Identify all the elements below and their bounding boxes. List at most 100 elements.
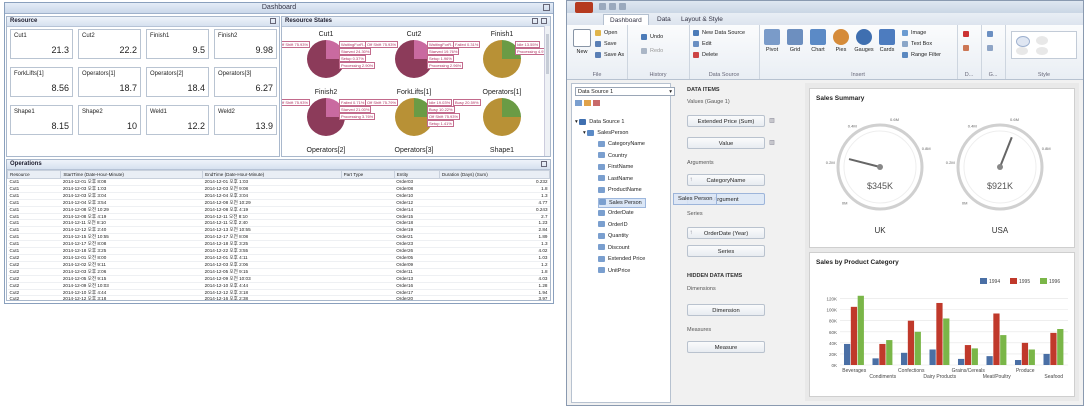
bar[interactable] — [964, 345, 972, 365]
table-row[interactable]: Cut1 2014-12-01 오후 8:08 2014-12-01 오후 1:03… — [7, 178, 550, 186]
pie-slice-disc[interactable] — [395, 156, 433, 157]
resource-card[interactable]: Shape2 10 — [78, 105, 141, 135]
resource-card[interactable]: Finish1 9.5 — [146, 29, 209, 59]
table-row[interactable]: Cut1 2014-12-03 오후 1:03 2014-12-03 오전 9:08… — [7, 185, 550, 193]
table-row[interactable]: Cut1 2014-12-03 오후 3:04 2014-12-04 오후 3:04… — [7, 192, 550, 200]
chart-button[interactable]: Chart — [807, 29, 829, 53]
save-as-button[interactable]: Save As — [595, 51, 624, 59]
bar[interactable] — [936, 302, 943, 365]
image-button[interactable]: Image — [902, 29, 926, 37]
tree-node-table[interactable]: ▾ SalesPerson — [583, 129, 628, 137]
style-gauge-half-icon[interactable] — [1036, 36, 1048, 45]
bar[interactable] — [1014, 360, 1022, 365]
export-icon[interactable] — [541, 18, 547, 24]
tab-layout-style[interactable]: Layout & Style — [675, 14, 729, 25]
value-well-extended-price[interactable]: Extended Price (Sum) — [687, 115, 765, 127]
resource-card[interactable]: Operators[2] 18.4 — [146, 67, 209, 97]
resource-card[interactable]: Operators[3] 6.27 — [214, 67, 277, 97]
table-row[interactable]: Cut2 2014-12-12 오후 3:18 2014-12-16 오후 2:38… — [7, 295, 550, 300]
tree-field[interactable]: LastName — [598, 175, 633, 183]
bar[interactable] — [1021, 342, 1029, 365]
table-row[interactable]: Cut1 2014-12-08 오전 10:29 2014-12-08 오후 4:1… — [7, 206, 550, 214]
edit-data-source-button[interactable]: Edit — [693, 40, 711, 48]
tree-field[interactable]: Discount — [598, 244, 629, 252]
tree-field[interactable]: UnitPrice — [598, 267, 630, 275]
bar[interactable] — [929, 349, 936, 365]
save-button[interactable]: Save — [595, 40, 617, 48]
open-button[interactable]: Open — [595, 29, 617, 37]
legend-label[interactable]: 1996 — [1049, 279, 1060, 285]
value-well-empty[interactable]: Value — [687, 137, 765, 149]
tab-data[interactable]: Data — [651, 14, 677, 25]
undo-quick-icon[interactable] — [609, 3, 616, 10]
table-row[interactable]: Cut2 2014-12-02 오전 9:11 2014-12-03 오후 2:06… — [7, 261, 550, 269]
bar[interactable] — [1050, 332, 1057, 365]
redo-quick-icon[interactable] — [619, 3, 626, 10]
dimension-well[interactable]: Dimension — [687, 304, 765, 316]
new-data-source-button[interactable]: New Data Source — [693, 29, 745, 37]
resource-card[interactable]: ForkLifts[1] 8.56 — [10, 67, 73, 97]
column-header[interactable]: Duration (Days) (Sum) — [438, 170, 550, 179]
sort-ascending-icon[interactable]: ↑ — [686, 174, 696, 186]
tree-field[interactable]: CategoryName — [598, 140, 645, 148]
scrollbar-thumb[interactable] — [546, 34, 549, 74]
bar[interactable] — [1057, 329, 1064, 365]
tree-field[interactable]: ProductName — [598, 186, 642, 194]
undo-button[interactable]: Undo — [641, 33, 663, 41]
grid-button[interactable]: Grid — [784, 29, 806, 53]
bar[interactable] — [957, 358, 965, 365]
table-row[interactable]: Cut2 2014-12-03 오후 2:06 2014-12-05 오전 9:15… — [7, 268, 550, 276]
series-well-empty[interactable]: Series — [687, 245, 765, 257]
column-header[interactable]: Entity — [393, 170, 440, 179]
options-icon[interactable]: ▥ — [767, 115, 777, 127]
resource-card[interactable]: Finish2 9.98 — [214, 29, 277, 59]
application-button[interactable] — [575, 2, 593, 13]
pie-slice-disc[interactable] — [483, 98, 521, 136]
style-gallery[interactable] — [1011, 31, 1077, 59]
legend-label[interactable]: 1995 — [1019, 279, 1030, 285]
bar[interactable] — [907, 320, 915, 365]
bar[interactable] — [943, 318, 950, 365]
group-fields-icon[interactable] — [584, 100, 591, 106]
redo-button[interactable]: Redo — [641, 47, 663, 55]
export-icon[interactable] — [543, 4, 550, 11]
bar[interactable] — [872, 358, 879, 365]
chart-item[interactable]: Sales by Product Category 0K 20K 40K 60K 80K… — [809, 252, 1075, 397]
resource-card[interactable]: Weld1 12.2 — [146, 105, 209, 135]
gauge-item[interactable]: Sales Summary 0M 0.2M 0.4M 0.6M 0.8M $345K UK 0… — [809, 88, 1075, 248]
column-header[interactable]: StartTime (Date-Hour-Minute) — [60, 170, 204, 179]
table-row[interactable]: Cut2 2014-12-09 오전 10:03 2014-12-10 오후 4:4… — [7, 282, 550, 290]
cards-button[interactable]: Cards — [876, 29, 898, 53]
delete-item-button[interactable] — [963, 31, 969, 39]
legend-label[interactable]: 1994 — [989, 279, 1000, 285]
bar[interactable] — [993, 313, 1000, 365]
column-header[interactable]: Part Type — [340, 170, 395, 179]
convert-button[interactable] — [963, 45, 969, 53]
pie-slice-disc[interactable] — [307, 156, 345, 157]
pies-button[interactable]: Pies — [830, 29, 852, 53]
resource-card[interactable]: Shape1 8.15 — [10, 105, 73, 135]
table-row[interactable]: Cut2 2014-12-01 오전 8:00 2014-12-01 오후 4:11… — [7, 254, 550, 262]
table-row[interactable]: Cut1 2014-12-04 오후 3:54 2014-12-08 오전 10:2… — [7, 199, 550, 207]
text-box-button[interactable]: Text Box — [902, 40, 932, 48]
refresh-icon[interactable] — [593, 100, 600, 106]
bar[interactable] — [971, 348, 978, 365]
table-row[interactable]: Cut1 2014-12-11 오전 8:10 2014-12-11 오후 2:40… — [7, 219, 550, 228]
resource-card[interactable]: Operators[1] 18.7 — [78, 67, 141, 97]
tree-field[interactable]: Quantity — [598, 232, 628, 240]
tree-field[interactable]: FirstName — [598, 163, 633, 171]
ungroup-button[interactable] — [987, 45, 993, 53]
resource-card[interactable]: Cut1 21.3 — [10, 29, 73, 59]
gauge[interactable]: 0M 0.2M 0.4M 0.6M 0.8M $345K UK — [826, 117, 931, 235]
tree-field[interactable]: Sales Person — [598, 197, 646, 208]
table-row[interactable]: Cut1 2014-12-17 오전 8:08 2014-12-18 오후 3:25… — [7, 240, 550, 249]
resource-card[interactable]: Weld2 13.9 — [214, 105, 277, 135]
bar[interactable] — [986, 356, 993, 365]
sort-icon[interactable] — [575, 100, 582, 106]
tree-field[interactable]: Extended Price — [598, 255, 645, 263]
table-row[interactable]: Cut1 2014-12-15 오전 10:55 2014-12-17 오전 8:0… — [7, 233, 550, 242]
table-row[interactable]: Cut2 2014-12-05 오전 9:15 2014-12-09 오전 10:0… — [7, 275, 550, 283]
pivot-button[interactable]: Pivot — [761, 29, 783, 53]
tree-field[interactable]: OrderDate — [598, 209, 634, 217]
gauge[interactable]: 0M 0.2M 0.4M 0.6M 0.8M $921K USA — [946, 117, 1051, 235]
